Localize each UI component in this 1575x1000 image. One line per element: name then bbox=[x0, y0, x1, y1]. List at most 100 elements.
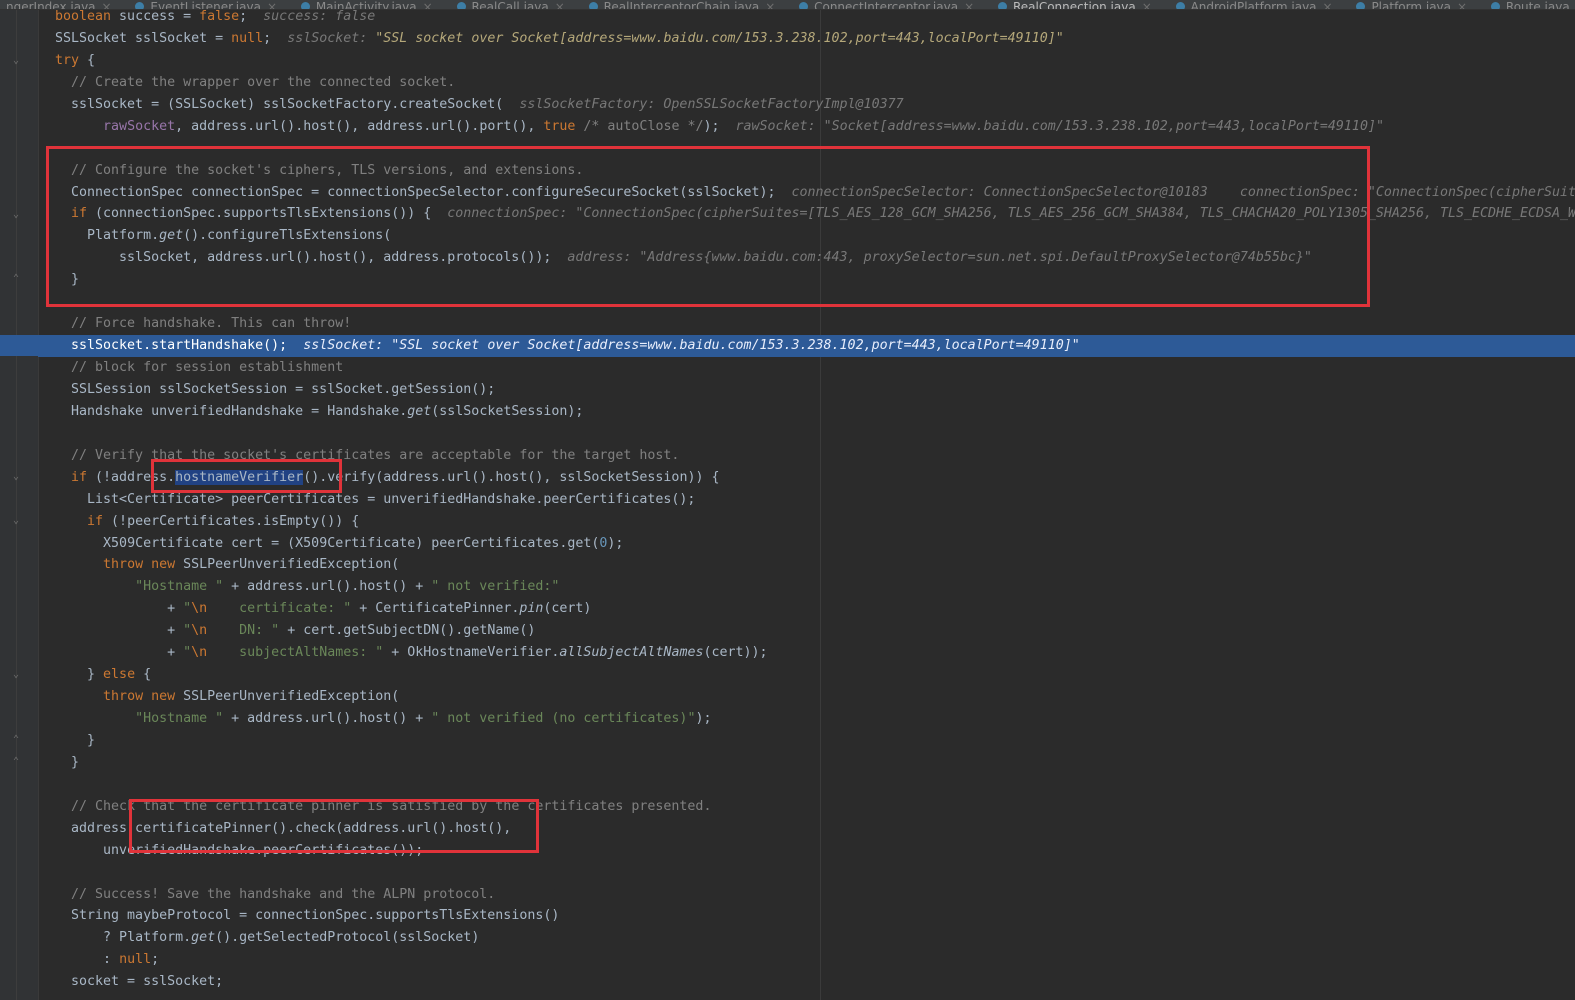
code-text: { bbox=[135, 667, 152, 683]
code-line: } bbox=[38, 730, 1575, 752]
string-literal: "Hostname " bbox=[135, 711, 224, 726]
code-text: sslSocket = (SSLSocket) sslSocketFactory… bbox=[71, 96, 504, 112]
code-text: SSLSocket sslSocket = bbox=[55, 30, 232, 46]
code-text: (cert) bbox=[543, 601, 592, 617]
code-text: + bbox=[167, 601, 184, 617]
debug-inline-value: "SSL socket over Socket[address=www.baid… bbox=[391, 338, 1080, 354]
code-text: } bbox=[71, 754, 80, 770]
code-line: socket = sslSocket; bbox=[38, 971, 1575, 993]
code-line: X509Certificate cert = (X509Certificate)… bbox=[38, 533, 1575, 555]
keyword: null bbox=[231, 30, 264, 46]
annotation-box-hostname-verifier bbox=[151, 459, 342, 493]
code-line: throw new SSLPeerUnverifiedException( bbox=[38, 686, 1575, 708]
keyword: if bbox=[71, 469, 88, 485]
code-text: + bbox=[167, 623, 184, 639]
code-line: sslSocket = (SSLSocket) sslSocketFactory… bbox=[38, 94, 1575, 116]
code-line: if (!peerCertificates.isEmpty()) { bbox=[38, 511, 1575, 533]
code-text: { bbox=[79, 52, 96, 68]
annotation-box-certificate-pinner bbox=[129, 799, 539, 853]
fold-marker-icon[interactable]: ⌄ bbox=[11, 56, 21, 66]
code-line: SSLSocket sslSocket = null; sslSocket: "… bbox=[38, 28, 1575, 50]
code-line: + "\n certificate: " + CertificatePinner… bbox=[38, 598, 1575, 620]
code-text: success = bbox=[111, 9, 200, 24]
code-line: } else { bbox=[38, 664, 1575, 686]
code-line: String maybeProtocol = connectionSpec.su… bbox=[38, 905, 1575, 927]
code-comment: // Force handshake. This can throw! bbox=[71, 316, 352, 332]
code-line: SSLSession sslSocketSession = sslSocket.… bbox=[38, 379, 1575, 401]
code-text: List<Certificate> peerCertificates = unv… bbox=[87, 491, 696, 507]
keyword: false bbox=[199, 9, 240, 24]
keyword: null bbox=[119, 952, 152, 968]
code-line: // Create the wrapper over the connected… bbox=[38, 72, 1575, 94]
execution-point-gutter bbox=[0, 335, 38, 356]
gutter-divider bbox=[16, 10, 17, 1000]
code-line: + "\n subjectAltNames: " + OkHostnameVer… bbox=[38, 642, 1575, 664]
code-text: } bbox=[87, 667, 104, 683]
code-text: ; bbox=[239, 9, 248, 24]
debug-inline-label: sslSocket: bbox=[303, 338, 392, 354]
code-line: boolean success = false; success: false bbox=[38, 6, 1575, 28]
code-text: Handshake unverifiedHandshake = Handshak… bbox=[71, 403, 408, 419]
code-text: : bbox=[103, 952, 120, 968]
code-text: + cert.getSubjectDN().getName() bbox=[279, 623, 536, 639]
code-text: ); bbox=[703, 118, 720, 134]
keyword: throw new bbox=[103, 689, 176, 705]
code-text: SSLSession sslSocketSession = sslSocket.… bbox=[71, 381, 496, 397]
string-literal: " not verified:" bbox=[431, 579, 560, 595]
string-literal: subjectAltNames: " bbox=[207, 645, 384, 661]
code-text: ); bbox=[695, 711, 712, 726]
code-text: (sslSocketSession); bbox=[431, 403, 584, 419]
current-execution-line: sslSocket.startHandshake(); sslSocket: "… bbox=[38, 335, 1575, 357]
fold-marker-icon[interactable]: ⌃ bbox=[11, 735, 21, 745]
code-text: SSLPeerUnverifiedException( bbox=[175, 557, 400, 573]
debug-inline-value: sslSocketFactory: OpenSSLSocketFactoryIm… bbox=[519, 96, 904, 112]
code-text: ; bbox=[263, 30, 272, 46]
static-method: get bbox=[407, 403, 432, 419]
code-line: // Success! Save the handshake and the A… bbox=[38, 884, 1575, 906]
keyword: boolean bbox=[55, 9, 112, 24]
keyword: try bbox=[55, 52, 80, 68]
code-line: try { bbox=[38, 50, 1575, 72]
code-comment: // Success! Save the handshake and the A… bbox=[71, 886, 496, 902]
code-text: + address.url().host() + bbox=[223, 711, 432, 726]
code-line: // Force handshake. This can throw! bbox=[38, 313, 1575, 335]
keyword: if bbox=[87, 513, 104, 529]
string-literal: " not verified (no certificates)" bbox=[431, 711, 696, 726]
annotation-box-tls-config bbox=[46, 146, 1370, 307]
string-literal: " bbox=[183, 623, 192, 639]
fold-marker-icon[interactable]: ⌄ bbox=[11, 472, 21, 482]
code-text: + OkHostnameVerifier. bbox=[383, 645, 560, 661]
code-text: (!peerCertificates.isEmpty()) { bbox=[103, 513, 360, 529]
code-text: , address.url().host(), address.url().po… bbox=[175, 118, 544, 134]
keyword: else bbox=[103, 667, 136, 683]
fold-marker-icon[interactable]: ⌄ bbox=[11, 210, 21, 220]
code-text: ); bbox=[607, 535, 624, 551]
debug-inline-value: "Socket[address=www.baidu.com/153.3.238.… bbox=[823, 118, 1384, 134]
code-text: ().getSelectedProtocol(sslSocket) bbox=[215, 930, 480, 946]
fold-marker-icon[interactable]: ⌄ bbox=[11, 516, 21, 526]
code-text: + CertificatePinner. bbox=[351, 601, 520, 617]
escape-sequence: \n bbox=[191, 601, 208, 617]
editor-gutter[interactable] bbox=[0, 10, 39, 1000]
fold-marker-icon[interactable]: ⌄ bbox=[11, 670, 21, 680]
code-line: throw new SSLPeerUnverifiedException( bbox=[38, 554, 1575, 576]
code-comment: // block for session establishment bbox=[71, 360, 344, 375]
string-literal: DN: " bbox=[207, 623, 280, 639]
fold-marker-icon[interactable]: ⌃ bbox=[11, 274, 21, 284]
keyword: throw new bbox=[103, 557, 176, 573]
code-line: // block for session establishment bbox=[38, 357, 1575, 379]
string-literal: "Hostname " bbox=[135, 579, 224, 595]
code-text: socket = sslSocket; bbox=[71, 974, 224, 990]
code-comment: // Create the wrapper over the connected… bbox=[71, 74, 456, 90]
fold-marker-icon[interactable]: ⌃ bbox=[11, 757, 21, 767]
code-line: + "\n DN: " + cert.getSubjectDN().getNam… bbox=[38, 620, 1575, 642]
escape-sequence: \n bbox=[191, 645, 208, 661]
escape-sequence: \n bbox=[191, 623, 208, 639]
code-text: ; bbox=[151, 952, 160, 968]
code-line: Handshake unverifiedHandshake = Handshak… bbox=[38, 401, 1575, 423]
string-literal: " bbox=[183, 645, 192, 661]
static-method: pin bbox=[519, 601, 544, 617]
code-line: "Hostname " + address.url().host() + " n… bbox=[38, 708, 1575, 730]
code-text: ().verify(address.url().host(), sslSocke… bbox=[303, 469, 720, 485]
